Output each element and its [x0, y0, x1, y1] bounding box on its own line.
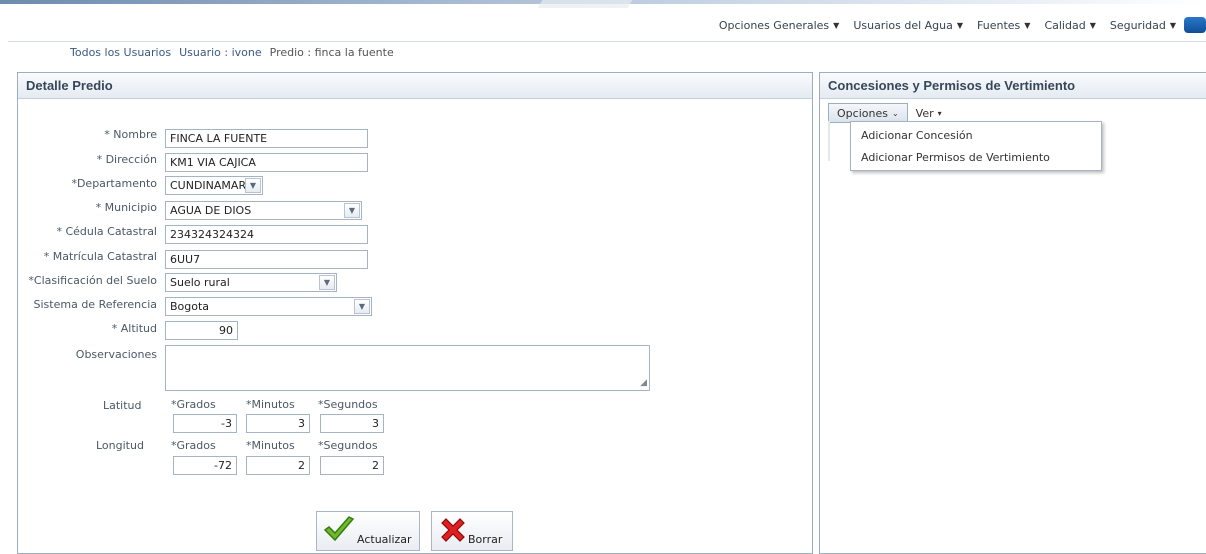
- caret-down-icon: ▼: [833, 20, 840, 30]
- menu-seguridad-label: Seguridad: [1109, 18, 1166, 32]
- altitud-label: * Altitud: [111, 322, 157, 335]
- breadcrumb-todos-usuarios[interactable]: Todos los Usuarios: [70, 46, 171, 59]
- lat-minutos-label: *Minutos: [246, 398, 295, 411]
- top-bar-shade: [537, 0, 633, 8]
- breadcrumb: Todos los Usuarios Usuario : ivone Predi…: [70, 46, 394, 59]
- direccion-label: * Dirección: [96, 153, 157, 166]
- opciones-dropdown: Adicionar Concesión Adicionar Permisos d…: [850, 121, 1102, 171]
- lat-grados-label: *Grados: [171, 398, 216, 411]
- chevron-down-icon[interactable]: ▼: [319, 275, 335, 290]
- departamento-select[interactable]: CUNDINAMARCA ▼: [165, 176, 263, 195]
- header-divider: [8, 41, 1206, 42]
- main-menu: Opciones Generales ▼ Usuarios del Agua ▼ F…: [705, 15, 1206, 35]
- lat-grados-input[interactable]: -3: [173, 414, 237, 433]
- direccion-input[interactable]: KM1 VIA CAJICA: [165, 153, 368, 172]
- panel-title: Detalle Predio: [18, 73, 812, 99]
- menu-calidad[interactable]: Calidad ▼: [1044, 19, 1095, 32]
- breadcrumb-predio: Predio : finca la fuente: [269, 46, 394, 59]
- borrar-label: Borrar: [468, 533, 503, 546]
- top-bar: [0, 0, 1206, 10]
- municipio-value: AGUA DE DIOS: [170, 204, 252, 217]
- latitud-label: Latitud: [103, 399, 142, 412]
- nombre-input[interactable]: FINCA LA FUENTE: [165, 129, 368, 148]
- lat-minutos-input[interactable]: 3: [246, 414, 310, 433]
- ver-menu-button[interactable]: Ver ▾: [908, 103, 950, 123]
- lon-segundos-label: *Segundos: [318, 439, 378, 452]
- opciones-menu-button[interactable]: Opciones ⌄: [828, 103, 908, 123]
- menu-usuarios-del-agua-label: Usuarios del Agua: [853, 18, 953, 32]
- chevron-down-icon[interactable]: ▼: [245, 178, 261, 193]
- opciones-label: Opciones: [837, 106, 888, 120]
- detalle-predio-panel: Detalle Predio * Nombre FINCA LA FUENTE …: [17, 72, 813, 554]
- clasificacion-label: *Clasificación del Suelo: [28, 274, 157, 287]
- adicionar-concesion-item[interactable]: Adicionar Concesión: [851, 124, 1101, 146]
- caret-down-icon: ▼: [1089, 20, 1096, 30]
- menu-opciones-generales[interactable]: Opciones Generales ▼: [719, 19, 839, 32]
- chevron-down-icon[interactable]: ▼: [354, 299, 370, 314]
- concesiones-panel: Concesiones y Permisos de Vertimiento Op…: [819, 72, 1206, 554]
- observaciones-label: Observaciones: [75, 348, 157, 361]
- actualizar-button[interactable]: Actualizar: [316, 511, 420, 551]
- cedula-label: * Cédula Catastral: [56, 225, 157, 238]
- longitud-label: Longitud: [96, 439, 144, 452]
- matricula-label: * Matrícula Catastral: [43, 250, 157, 263]
- sistema-label: Sistema de Referencia: [33, 298, 157, 311]
- lon-segundos-input[interactable]: 2: [320, 456, 384, 475]
- observaciones-textarea[interactable]: ◢: [165, 345, 650, 391]
- adicionar-permisos-item[interactable]: Adicionar Permisos de Vertimiento: [851, 146, 1101, 168]
- actualizar-label: Actualizar: [357, 533, 412, 546]
- menu-calidad-label: Calidad: [1044, 18, 1086, 32]
- municipio-label: * Municipio: [95, 201, 157, 214]
- sistema-select[interactable]: Bogota ▼: [165, 297, 372, 316]
- delete-x-icon: [438, 516, 468, 549]
- altitud-input[interactable]: 90: [165, 321, 238, 340]
- lon-minutos-label: *Minutos: [246, 439, 295, 452]
- caret-down-icon: ▼: [956, 20, 964, 30]
- clasificacion-select[interactable]: Suelo rural ▼: [165, 273, 337, 292]
- breadcrumb-usuario[interactable]: Usuario : ivone: [179, 46, 262, 59]
- chevron-down-icon[interactable]: ▼: [344, 203, 360, 218]
- lon-grados-label: *Grados: [171, 439, 216, 452]
- resize-grip-icon[interactable]: ◢: [640, 378, 647, 388]
- check-icon: [323, 516, 355, 547]
- ver-label: Ver: [915, 106, 934, 120]
- caret-down-icon: ▼: [1169, 20, 1176, 30]
- menu-fuentes[interactable]: Fuentes ▼: [977, 19, 1030, 32]
- panel-title: Concesiones y Permisos de Vertimiento: [820, 73, 1206, 99]
- municipio-select[interactable]: AGUA DE DIOS ▼: [165, 201, 362, 220]
- departamento-label: *Departamento: [71, 177, 157, 190]
- menu-usuarios-del-agua[interactable]: Usuarios del Agua ▼: [853, 19, 963, 32]
- nombre-label: * Nombre: [104, 128, 157, 141]
- menu-opciones-generales-label: Opciones Generales: [718, 18, 830, 32]
- app-logo-icon[interactable]: [1184, 17, 1206, 33]
- caret-down-icon: ▾: [937, 108, 942, 118]
- borrar-button[interactable]: Borrar: [431, 511, 513, 551]
- lat-segundos-input[interactable]: 3: [320, 414, 384, 433]
- menu-fuentes-label: Fuentes: [977, 18, 1021, 32]
- clasificacion-value: Suelo rural: [170, 276, 230, 289]
- sistema-value: Bogota: [170, 300, 210, 313]
- panel-content-edge: [828, 121, 830, 161]
- panel-toolbar: Opciones ⌄ Ver ▾: [828, 103, 950, 123]
- lon-grados-input[interactable]: -72: [173, 456, 237, 475]
- cedula-input[interactable]: 234324324324: [165, 225, 368, 244]
- matricula-input[interactable]: 6UU7: [165, 250, 368, 269]
- menu-seguridad[interactable]: Seguridad ▼: [1110, 19, 1176, 32]
- chevron-down-icon: ⌄: [891, 108, 899, 118]
- lon-minutos-input[interactable]: 2: [246, 456, 310, 475]
- caret-down-icon: ▼: [1024, 20, 1031, 30]
- lat-segundos-label: *Segundos: [318, 398, 378, 411]
